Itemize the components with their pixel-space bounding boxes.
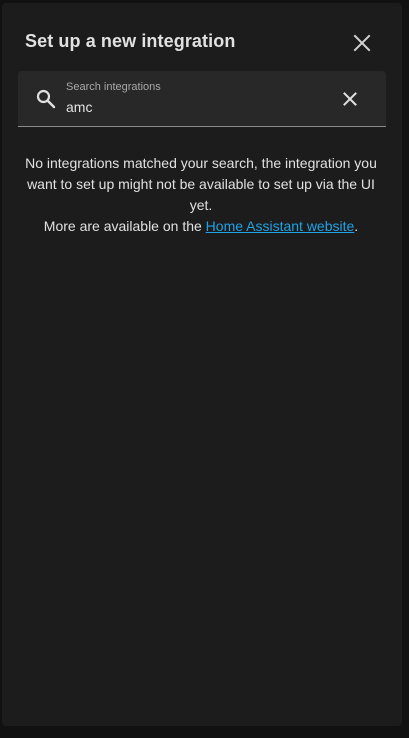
close-icon <box>353 34 371 52</box>
search-label: Search integrations <box>66 81 161 93</box>
search-icon <box>36 89 56 109</box>
dialog-header: Set up a new integration <box>2 3 402 73</box>
search-field[interactable]: Search integrations <box>18 71 386 127</box>
no-results-message: No integrations matched your search, the… <box>16 153 386 237</box>
search-input[interactable] <box>66 97 326 117</box>
dialog-title: Set up a new integration <box>25 31 236 51</box>
more-available-text: More are available on the Home Assistant… <box>16 216 386 237</box>
integration-dialog: Set up a new integration Search integrat… <box>2 3 402 726</box>
clear-icon <box>343 92 357 106</box>
close-button[interactable] <box>348 29 376 57</box>
clear-search-button[interactable] <box>338 87 362 111</box>
home-assistant-website-link[interactable]: Home Assistant website <box>206 218 355 234</box>
more-prefix: More are available on the <box>43 218 206 234</box>
no-results-text: No integrations matched your search, the… <box>25 155 377 213</box>
more-suffix: . <box>354 218 359 234</box>
